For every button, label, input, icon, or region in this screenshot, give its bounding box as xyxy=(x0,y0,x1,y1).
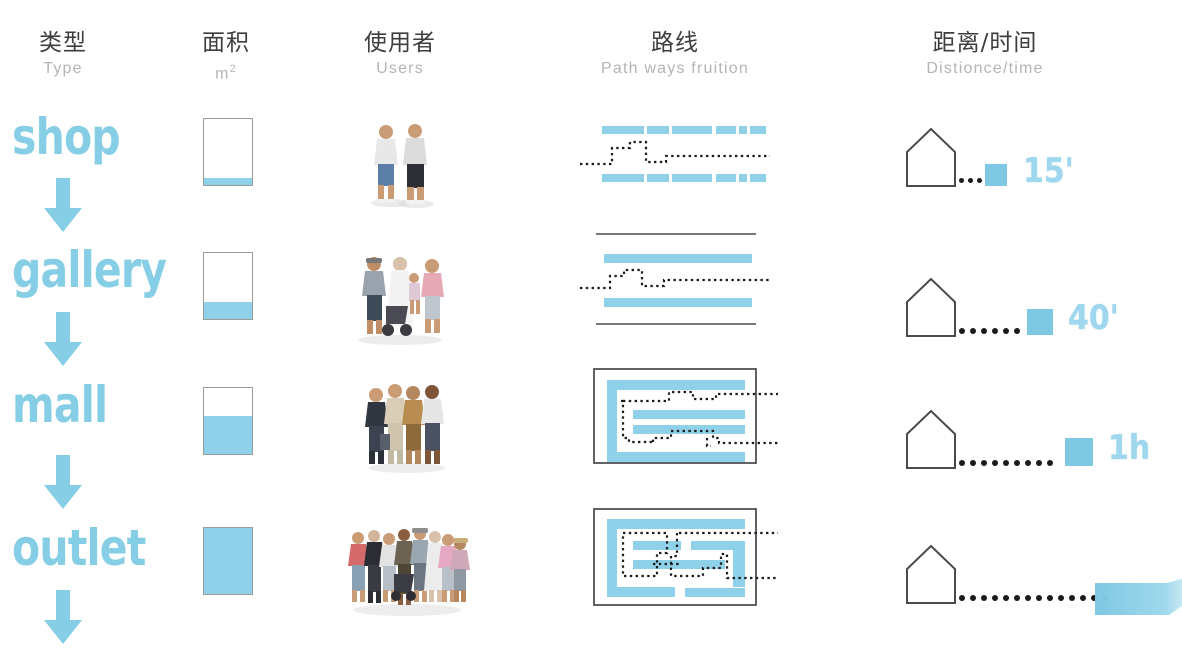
area-fill xyxy=(204,178,252,185)
people-group-outlet xyxy=(344,512,470,627)
time-label-shop: 15' xyxy=(1023,151,1074,191)
dot-icon xyxy=(981,460,987,466)
distance-dots xyxy=(959,328,1020,334)
dot-icon xyxy=(1025,460,1031,466)
dot-icon xyxy=(959,328,965,334)
square-icon xyxy=(985,164,1007,186)
area-fill xyxy=(204,528,252,594)
column-header-en: Distionce/time xyxy=(926,60,1044,77)
area-box-shop xyxy=(203,118,253,186)
dot-icon xyxy=(959,460,965,466)
area-box-gallery xyxy=(203,252,253,320)
dot-icon xyxy=(959,595,965,601)
dot-icon xyxy=(1014,460,1020,466)
route-diagram-shop xyxy=(580,122,770,195)
dot-icon xyxy=(1014,328,1020,334)
type-label-mall: mall xyxy=(12,376,108,434)
dot-icon xyxy=(970,328,976,334)
distance-dots xyxy=(959,595,1108,601)
column-header-cn: 路线 xyxy=(651,30,699,56)
dot-icon xyxy=(992,460,998,466)
area-box-outlet xyxy=(203,527,253,595)
dot-icon xyxy=(1036,460,1042,466)
column-header-cn: 类型 xyxy=(39,30,87,56)
dot-icon xyxy=(1047,460,1053,466)
dot-icon xyxy=(977,178,982,183)
people-group-shop xyxy=(358,118,444,215)
house-icon xyxy=(905,543,957,610)
dot-icon xyxy=(1003,595,1009,601)
dot-icon xyxy=(981,328,987,334)
square-icon xyxy=(1065,438,1093,466)
arrow-down-icon xyxy=(42,455,84,516)
dot-icon xyxy=(1003,328,1009,334)
route-diagram-outlet xyxy=(593,508,778,615)
dot-icon xyxy=(970,595,976,601)
people-group-gallery xyxy=(348,248,452,351)
route-diagram-mall xyxy=(593,368,778,473)
column-header-paths: 路线 Path ways fruition xyxy=(545,28,805,80)
column-header-en: Type xyxy=(43,60,83,77)
route-diagram-gallery xyxy=(580,228,770,335)
column-header-cn: 使用者 xyxy=(364,30,436,56)
column-header-en: m2 xyxy=(166,58,286,85)
time-label-gallery: 40' xyxy=(1068,298,1119,338)
dot-icon xyxy=(1014,595,1020,601)
house-icon xyxy=(905,276,957,343)
dot-icon xyxy=(970,460,976,466)
column-header-en: Users xyxy=(376,60,424,77)
area-unit-exponent: 2 xyxy=(229,63,237,75)
arrow-down-icon xyxy=(42,590,84,651)
column-header-cn: 面积 xyxy=(202,30,250,56)
dot-icon xyxy=(968,178,973,183)
time-label-mall: 1h xyxy=(1108,428,1151,468)
column-header-users: 使用者 Users xyxy=(330,28,470,80)
type-label-outlet: outlet xyxy=(12,519,146,577)
distance-dots xyxy=(959,178,982,183)
type-label-gallery: gallery xyxy=(12,241,167,299)
dot-icon xyxy=(1080,595,1086,601)
arrow-down-icon xyxy=(42,178,84,239)
square-icon xyxy=(1027,309,1053,335)
area-unit: m xyxy=(215,65,230,83)
column-header-cn: 距离/时间 xyxy=(932,30,1038,56)
house-icon xyxy=(905,408,957,475)
distance-blob xyxy=(1095,565,1182,640)
people-group-mall xyxy=(360,378,454,479)
dot-icon xyxy=(1058,595,1064,601)
area-fill xyxy=(204,301,252,319)
dot-icon xyxy=(1025,595,1031,601)
dot-icon xyxy=(959,178,964,183)
column-header-distance: 距离/时间 Distionce/time xyxy=(870,28,1100,80)
column-header-area: 面积 m2 xyxy=(166,28,286,85)
dot-icon xyxy=(992,328,998,334)
area-box-mall xyxy=(203,387,253,455)
area-fill xyxy=(204,415,252,454)
dot-icon xyxy=(1047,595,1053,601)
arrow-down-icon xyxy=(42,312,84,373)
dot-icon xyxy=(992,595,998,601)
dot-icon xyxy=(1003,460,1009,466)
dot-icon xyxy=(1036,595,1042,601)
dot-icon xyxy=(1069,595,1075,601)
distance-dots xyxy=(959,460,1053,466)
infographic-canvas: 类型 Type 面积 m2 使用者 Users 路线 Path ways fru… xyxy=(0,0,1182,664)
type-label-shop: shop xyxy=(12,108,121,166)
column-header-en: Path ways fruition xyxy=(601,60,749,77)
house-icon xyxy=(905,126,957,193)
dot-icon xyxy=(981,595,987,601)
column-header-type: 类型 Type xyxy=(0,28,126,80)
